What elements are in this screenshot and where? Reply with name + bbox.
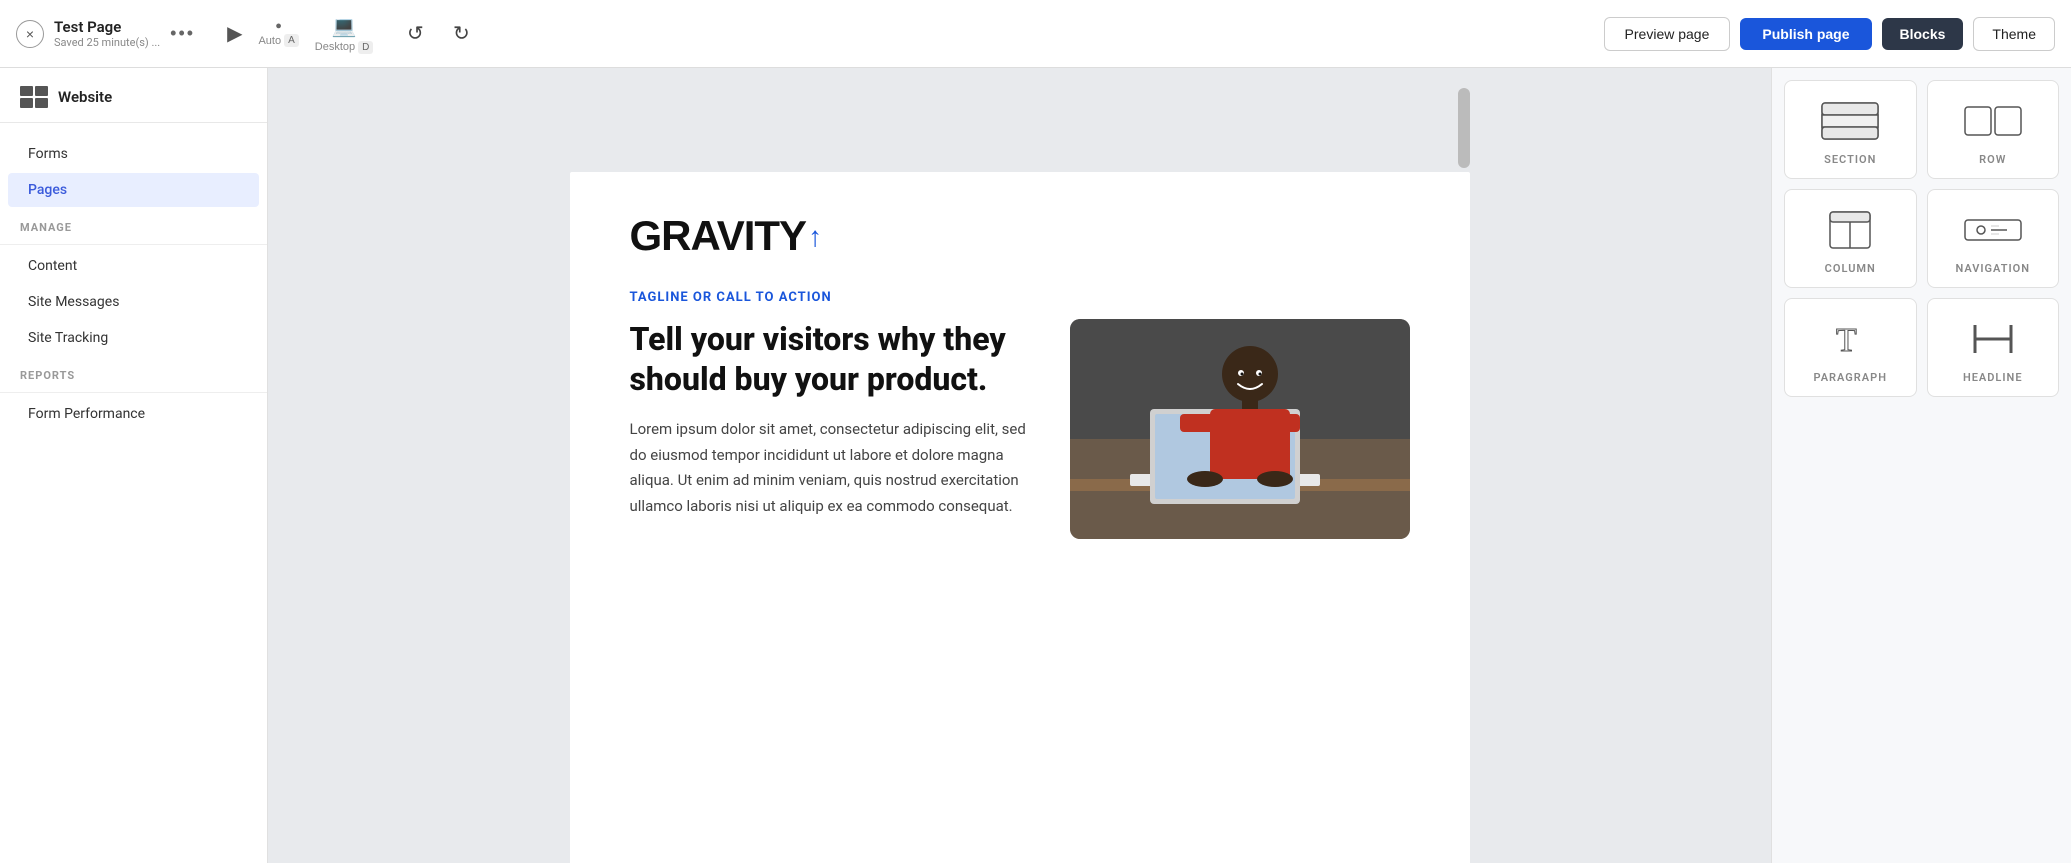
section-icon	[1818, 99, 1882, 143]
column-icon	[1818, 208, 1882, 252]
auto-mode-button[interactable]: ● Auto A	[258, 20, 298, 47]
brand-name: Website	[58, 88, 112, 106]
sidebar: Website Forms Pages MANAGE Content Site …	[0, 68, 268, 863]
block-section-label: SECTION	[1824, 153, 1876, 166]
toolbar-left: × Test Page Saved 25 minute(s) ... •••	[16, 18, 195, 49]
block-card-row[interactable]: ROW	[1927, 80, 2060, 179]
hero-image-svg	[1070, 319, 1410, 539]
scroll-indicator	[570, 88, 1470, 168]
page-canvas: GRAVITY ↑ TAGLINE OR CALL TO ACTION Tell…	[570, 172, 1470, 863]
block-paragraph-label: PARAGRAPH	[1814, 371, 1887, 384]
sidebar-item-site-messages[interactable]: Site Messages	[8, 285, 259, 319]
page-info: Test Page Saved 25 minute(s) ...	[54, 18, 160, 49]
desktop-mode-label: Desktop D	[315, 41, 374, 54]
sidebar-item-content[interactable]: Content	[8, 249, 259, 283]
sidebar-item-form-performance[interactable]: Form Performance	[8, 397, 259, 431]
block-row-label: ROW	[1979, 153, 2006, 166]
block-headline-label: HEADLINE	[1963, 371, 2023, 384]
toolbar-center: ▶ ● Auto A 💻 Desktop D	[227, 14, 373, 54]
page-saved-status: Saved 25 minute(s) ...	[54, 36, 160, 49]
cursor-tool-button[interactable]: ▶	[227, 21, 242, 46]
page-title: Test Page	[54, 18, 160, 36]
navigation-icon	[1961, 208, 2025, 252]
logo-text: GRAVITY	[630, 212, 807, 260]
paragraph-icon: T	[1818, 317, 1882, 361]
undo-icon: ↺	[407, 21, 424, 46]
redo-icon: ↻	[453, 21, 470, 46]
headline-icon	[1961, 317, 2025, 361]
toolbar-right: Preview page Publish page Blocks Theme	[1604, 17, 2055, 51]
sidebar-item-pages[interactable]: Pages	[8, 173, 259, 207]
scrollbar[interactable]	[1458, 88, 1470, 168]
svg-text:T: T	[1836, 322, 1857, 359]
brand-icon	[20, 86, 48, 108]
brand-header: Website	[0, 68, 267, 123]
canvas-image-column	[1070, 319, 1410, 539]
logo-arrow-icon: ↑	[808, 220, 822, 253]
canvas-logo: GRAVITY ↑	[630, 212, 1410, 260]
preview-page-button[interactable]: Preview page	[1604, 17, 1731, 51]
desktop-mode-button[interactable]: 💻 Desktop D	[315, 14, 374, 54]
dots-icon: •••	[170, 23, 195, 44]
theme-button[interactable]: Theme	[1973, 17, 2055, 51]
canvas-tagline: TAGLINE OR CALL TO ACTION	[630, 290, 1410, 305]
canvas-area: GRAVITY ↑ TAGLINE OR CALL TO ACTION Tell…	[268, 68, 1771, 863]
publish-page-button[interactable]: Publish page	[1740, 18, 1871, 50]
cursor-icon: ▶	[227, 21, 242, 46]
block-card-navigation[interactable]: NAVIGATION	[1927, 189, 2060, 288]
manage-section-label: MANAGE	[0, 209, 267, 240]
sidebar-item-site-tracking[interactable]: Site Tracking	[8, 321, 259, 355]
auto-mode-icon: ●	[275, 20, 282, 32]
row-icon	[1961, 99, 2025, 143]
block-column-label: COLUMN	[1825, 262, 1876, 275]
more-options-button[interactable]: •••	[170, 23, 195, 44]
blocks-panel: SECTION ROW	[1771, 68, 2071, 863]
divider-manage	[0, 244, 267, 245]
canvas-text-column: Tell your visitors why they should buy y…	[630, 319, 1030, 519]
close-icon: ×	[26, 26, 34, 42]
undo-button[interactable]: ↺	[397, 16, 433, 52]
reports-section-label: REPORTS	[0, 357, 267, 388]
blocks-grid: SECTION ROW	[1784, 80, 2059, 397]
main-layout: Website Forms Pages MANAGE Content Site …	[0, 68, 2071, 863]
block-card-paragraph[interactable]: T PARAGRAPH	[1784, 298, 1917, 397]
canvas-heading: Tell your visitors why they should buy y…	[630, 319, 1030, 399]
auto-mode-label: Auto A	[258, 34, 298, 47]
toolbar-actions: ↺ ↻	[397, 16, 479, 52]
canvas-image	[1070, 319, 1410, 539]
toolbar: × Test Page Saved 25 minute(s) ... ••• ▶…	[0, 0, 2071, 68]
canvas-body-text: Lorem ipsum dolor sit amet, consectetur …	[630, 417, 1030, 519]
divider-reports	[0, 392, 267, 393]
close-button[interactable]: ×	[16, 20, 44, 48]
blocks-button[interactable]: Blocks	[1882, 18, 1964, 50]
canvas-content: Tell your visitors why they should buy y…	[630, 319, 1410, 539]
sidebar-nav: Forms Pages MANAGE Content Site Messages…	[0, 123, 267, 447]
block-card-section[interactable]: SECTION	[1784, 80, 1917, 179]
block-navigation-label: NAVIGATION	[1955, 262, 2030, 275]
desktop-icon: 💻	[332, 14, 357, 39]
block-card-column[interactable]: COLUMN	[1784, 189, 1917, 288]
redo-button[interactable]: ↻	[443, 16, 479, 52]
block-card-headline[interactable]: HEADLINE	[1927, 298, 2060, 397]
sidebar-item-forms[interactable]: Forms	[8, 137, 259, 171]
